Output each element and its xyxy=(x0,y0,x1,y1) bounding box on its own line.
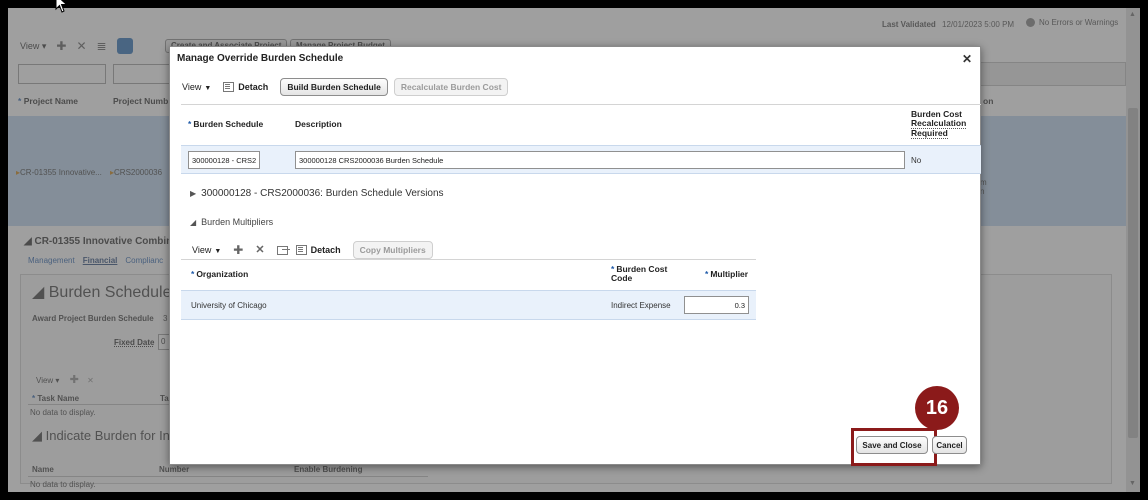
detach-icon xyxy=(223,82,235,92)
close-icon[interactable]: ✕ xyxy=(962,52,972,66)
dialog-title: Manage Override Burden Schedule xyxy=(177,53,344,64)
description-input[interactable] xyxy=(295,151,905,169)
cost-code-value: Indirect Expense xyxy=(611,301,671,310)
check-circle-icon xyxy=(1026,18,1035,27)
no-data-text: No data to display. xyxy=(30,480,96,489)
task-name-col: * Task Name xyxy=(32,394,80,403)
tab-financial[interactable]: Financial xyxy=(83,256,118,265)
filter-bar-right xyxy=(968,62,1126,86)
col-burden-schedule: * Burden Schedule xyxy=(188,119,264,129)
scroll-thumb[interactable] xyxy=(1128,108,1138,438)
multiplier-input[interactable] xyxy=(684,296,749,314)
filter-input-2[interactable] xyxy=(113,64,173,84)
award-schedule-label: Award Project Burden Schedule xyxy=(32,314,154,323)
add-icon[interactable]: ✚ xyxy=(233,244,243,256)
no-data-text: No data to display. xyxy=(30,408,96,417)
expand-triangle-icon: ▶ xyxy=(190,189,197,198)
multipliers-detach-button[interactable]: Detach xyxy=(295,245,341,255)
multiplier-row[interactable]: University of Chicago Indirect Expense xyxy=(181,290,756,320)
name-col: Name xyxy=(32,465,54,474)
delete-icon[interactable]: ✕ xyxy=(255,244,264,256)
col-project-name: * Project Name xyxy=(18,96,79,106)
add-icon[interactable]: ✚ xyxy=(56,39,66,53)
col-project-number: Project Numb xyxy=(113,96,169,106)
divider xyxy=(28,476,428,477)
task-col-2: Ta xyxy=(160,394,169,403)
tab-compliance[interactable]: Complianc xyxy=(125,256,163,265)
cancel-button[interactable]: Cancel xyxy=(932,436,967,454)
row-project-number: ▸CRS2000036 xyxy=(110,168,163,177)
action-icon[interactable] xyxy=(116,38,133,54)
indicate-burden-heading: ◢ Indicate Burden for Inte xyxy=(32,428,181,443)
step-number-badge: 16 xyxy=(915,386,959,430)
last-validated: Last Validated 12/01/2023 5:00 PM xyxy=(882,20,1014,29)
export-icon[interactable] xyxy=(276,245,290,255)
last-validated-label: Last Validated xyxy=(882,20,936,29)
col-multiplier: * Multiplier xyxy=(705,269,749,279)
divider xyxy=(28,404,178,405)
page-scrollbar[interactable]: ▲ ▼ xyxy=(1126,8,1140,492)
number-col: Number xyxy=(159,465,190,474)
scroll-up-icon[interactable]: ▲ xyxy=(1129,11,1136,18)
burden-multipliers-toggle[interactable]: ◢ Burden Multipliers xyxy=(190,217,273,227)
delete-icon[interactable]: ✕ xyxy=(76,39,86,53)
detach-icon xyxy=(295,245,307,255)
task-view-menu[interactable]: View ▾ ✚ ✕ xyxy=(36,373,94,386)
col-description: Description xyxy=(295,119,342,129)
col-right: on xyxy=(983,96,994,106)
mouse-cursor-icon xyxy=(55,0,68,13)
award-schedule-value: 3 xyxy=(163,314,168,323)
collapse-triangle-icon: ◢ xyxy=(190,217,197,227)
organization-value: University of Chicago xyxy=(191,301,267,310)
divider xyxy=(181,259,756,260)
project-tabs: Management Financial Complianc xyxy=(28,256,163,265)
scroll-down-icon[interactable]: ▼ xyxy=(1129,480,1136,487)
schedule-table-row[interactable]: No xyxy=(181,145,981,174)
background-toolbar: View ▾ ✚ ✕ ≣ xyxy=(20,38,133,54)
enable-burdening-col: Enable Burdening xyxy=(294,465,363,474)
col-burden-cost-recalc: Burden Cost Recalculation Required xyxy=(911,109,967,139)
save-and-close-button[interactable]: Save and Close xyxy=(856,436,928,454)
burden-schedule-versions-toggle[interactable]: ▶ 300000128 - CRS2000036: Burden Schedul… xyxy=(190,188,444,199)
list-icon[interactable]: ≣ xyxy=(97,39,107,53)
tab-management[interactable]: Management xyxy=(28,256,75,265)
col-organization: * Organization xyxy=(191,269,249,279)
dialog-toolbar: View ▼ Detach Build Burden Schedule Recal… xyxy=(182,77,509,97)
chevron-down-icon: ▼ xyxy=(214,248,222,255)
row-project-name: ▸CR-01355 Innovative... xyxy=(16,168,102,177)
recalculate-burden-cost-button[interactable]: Recalculate Burden Cost xyxy=(393,78,509,96)
build-burden-schedule-button[interactable]: Build Burden Schedule xyxy=(280,78,388,96)
fixed-date-label: Fixed Date xyxy=(114,338,155,347)
multipliers-toolbar: View ▼ ✚ ✕ Detach Copy Multipliers xyxy=(192,240,433,260)
recalc-required-value: No xyxy=(911,156,922,165)
app-window: Last Validated 12/01/2023 5:00 PM No Err… xyxy=(8,8,1140,492)
detach-button[interactable]: Detach xyxy=(223,82,268,92)
filter-input-1[interactable] xyxy=(18,64,106,84)
col-burden-cost-code: * Burden Cost Code xyxy=(611,264,668,283)
view-menu[interactable]: View ▼ xyxy=(182,82,211,92)
project-section-title: ◢ CR-01355 Innovative Combina xyxy=(24,236,178,247)
last-validated-value: 12/01/2023 5:00 PM xyxy=(942,20,1015,29)
view-menu[interactable]: View ▾ xyxy=(20,41,46,52)
row-side-text: mn xyxy=(980,178,987,196)
burden-schedule-input[interactable] xyxy=(188,151,260,169)
validation-status-text: No Errors or Warnings xyxy=(1039,18,1119,27)
manage-override-burden-schedule-dialog: Manage Override Burden Schedule ✕ View ▼ … xyxy=(169,46,981,465)
validation-status: No Errors or Warnings xyxy=(1026,18,1118,27)
copy-multipliers-button[interactable]: Copy Multipliers xyxy=(352,241,433,259)
multipliers-view-menu[interactable]: View ▼ xyxy=(192,245,221,255)
chevron-down-icon: ▼ xyxy=(204,85,212,92)
divider xyxy=(181,104,981,105)
